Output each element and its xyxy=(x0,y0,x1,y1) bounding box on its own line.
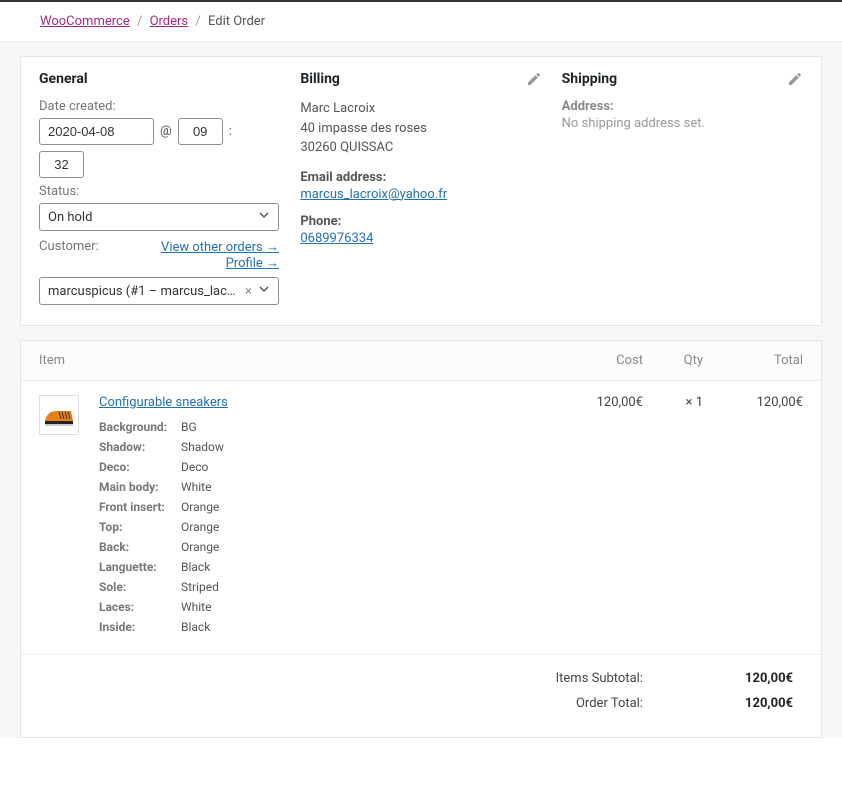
pencil-icon[interactable] xyxy=(787,71,803,87)
meta-row: Back:Orange xyxy=(99,540,553,554)
billing-heading: Billing xyxy=(300,71,541,87)
meta-value: Orange xyxy=(181,540,219,554)
billing-street: 40 impasse des roses xyxy=(300,119,541,139)
meta-value: White xyxy=(181,600,211,614)
meta-row: Languette:Black xyxy=(99,560,553,574)
breadcrumb-woocommerce[interactable]: WooCommerce xyxy=(40,14,130,29)
date-created-label: Date created: xyxy=(39,99,280,114)
meta-row: Laces:White xyxy=(99,600,553,614)
profile-link[interactable]: Profile → xyxy=(161,255,279,271)
item-qty: × 1 xyxy=(643,395,703,640)
order-total-label: Order Total: xyxy=(576,696,643,711)
breadcrumb-bar: WooCommerce / Orders / Edit Order xyxy=(0,0,842,42)
meta-value: Orange xyxy=(181,500,219,514)
header-total: Total xyxy=(703,353,803,368)
status-select[interactable]: On hold xyxy=(39,203,279,231)
breadcrumb-orders[interactable]: Orders xyxy=(150,14,189,29)
shipping-address-label: Address: xyxy=(562,99,803,114)
view-other-orders-link[interactable]: View other orders → xyxy=(161,239,279,255)
meta-row: Sole:Striped xyxy=(99,580,553,594)
pencil-icon[interactable] xyxy=(526,71,542,87)
qty-prefix: × xyxy=(686,395,693,410)
item-cost: 120,00€ xyxy=(553,395,643,640)
billing-email-link[interactable]: marcus_lacroix@yahoo.fr xyxy=(300,187,447,202)
email-label: Email address: xyxy=(300,170,541,185)
meta-key: Inside: xyxy=(99,620,181,634)
meta-value: Black xyxy=(181,620,210,634)
meta-key: Languette: xyxy=(99,560,181,574)
items-header: Item Cost Qty Total xyxy=(21,341,821,381)
clear-icon[interactable]: × xyxy=(245,284,252,299)
customer-label: Customer: xyxy=(39,239,99,254)
order-details-panel: General Date created: @ : Status: On hol… xyxy=(20,56,822,326)
meta-value: Striped xyxy=(181,580,219,594)
meta-key: Deco: xyxy=(99,460,181,474)
subtotal-label: Items Subtotal: xyxy=(556,671,643,686)
minute-input[interactable] xyxy=(39,151,84,178)
meta-value: Deco xyxy=(181,460,208,474)
meta-key: Main body: xyxy=(99,480,181,494)
header-qty: Qty xyxy=(643,353,703,368)
breadcrumb-sep: / xyxy=(137,14,142,29)
meta-value: Shadow xyxy=(181,440,224,454)
meta-row: Front insert:Orange xyxy=(99,500,553,514)
time-colon: : xyxy=(229,124,232,139)
at-symbol: @ xyxy=(160,124,172,139)
meta-key: Top: xyxy=(99,520,181,534)
shipping-column: Shipping Address: No shipping address se… xyxy=(562,71,803,305)
billing-city: 30260 QUISSAC xyxy=(300,138,541,158)
meta-row: Top:Orange xyxy=(99,520,553,534)
item-row: Configurable sneakers Background:BGShado… xyxy=(21,381,821,655)
breadcrumb-sep: / xyxy=(195,14,200,29)
general-heading: General xyxy=(39,71,280,87)
subtotal-value: 120,00€ xyxy=(703,671,793,686)
meta-row: Deco:Deco xyxy=(99,460,553,474)
meta-value: Orange xyxy=(181,520,219,534)
meta-key: Shadow: xyxy=(99,440,181,454)
meta-key: Front insert: xyxy=(99,500,181,514)
meta-value: White xyxy=(181,480,211,494)
chevron-down-icon xyxy=(258,209,270,225)
meta-row: Background:BG xyxy=(99,420,553,434)
items-panel: Item Cost Qty Total Configurable sneaker… xyxy=(20,340,822,738)
item-total: 120,00€ xyxy=(703,395,803,640)
meta-key: Back: xyxy=(99,540,181,554)
totals-section: Items Subtotal: 120,00€ Order Total: 120… xyxy=(21,655,821,737)
status-value: On hold xyxy=(48,210,92,225)
customer-value: marcuspicus (#1 – marcus_lacro… xyxy=(48,284,239,299)
breadcrumb-current: Edit Order xyxy=(208,14,265,29)
header-item: Item xyxy=(39,353,553,368)
meta-value: Black xyxy=(181,560,210,574)
meta-row: Inside:Black xyxy=(99,620,553,634)
header-cost: Cost xyxy=(553,353,643,368)
breadcrumb: WooCommerce / Orders / Edit Order xyxy=(40,14,802,29)
shipping-heading: Shipping xyxy=(562,71,803,87)
order-total-value: 120,00€ xyxy=(703,696,793,711)
qty-value: 1 xyxy=(696,395,703,410)
date-input[interactable] xyxy=(39,118,154,145)
meta-key: Sole: xyxy=(99,580,181,594)
product-thumbnail[interactable] xyxy=(39,395,79,435)
general-column: General Date created: @ : Status: On hol… xyxy=(39,71,280,305)
meta-row: Main body:White xyxy=(99,480,553,494)
billing-column: Billing Marc Lacroix 40 impasse des rose… xyxy=(300,71,541,305)
phone-label: Phone: xyxy=(300,214,541,229)
billing-phone-link[interactable]: 0689976334 xyxy=(300,231,373,246)
hour-input[interactable] xyxy=(178,118,223,145)
chevron-down-icon xyxy=(258,283,270,299)
shipping-no-address: No shipping address set. xyxy=(562,116,803,131)
meta-key: Laces: xyxy=(99,600,181,614)
meta-value: BG xyxy=(181,420,197,434)
meta-key: Background: xyxy=(99,420,181,434)
billing-name: Marc Lacroix xyxy=(300,99,541,119)
status-label: Status: xyxy=(39,184,280,199)
customer-select[interactable]: marcuspicus (#1 – marcus_lacro… × xyxy=(39,277,279,305)
meta-row: Shadow:Shadow xyxy=(99,440,553,454)
product-name-link[interactable]: Configurable sneakers xyxy=(99,395,228,410)
